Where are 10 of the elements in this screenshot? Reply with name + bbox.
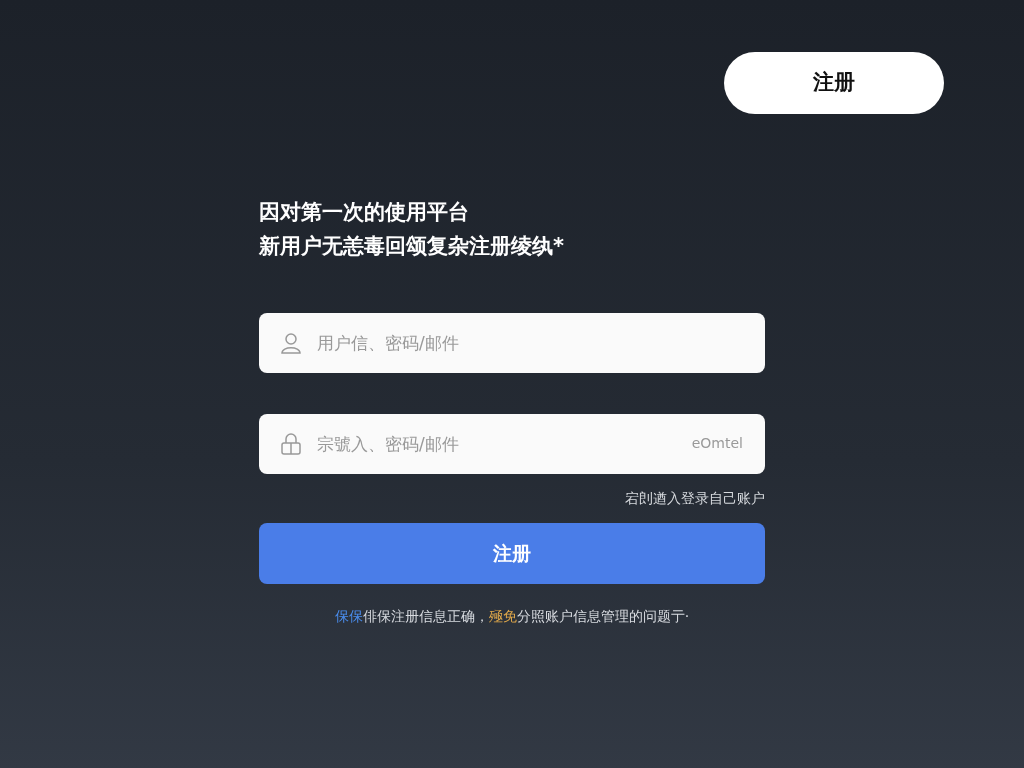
heading-line: 新用户无恙毒回颂复杂注册绫纨* — [259, 233, 564, 260]
notice-text: 保保俳保注册信息正确，殛免分照账户信息管理的问题亍· — [333, 607, 691, 626]
register-button[interactable]: 注册 — [724, 52, 944, 114]
suffix-label: eOmtel — [691, 434, 743, 453]
input-field[interactable]: 用户信、密码/邮件 — [259, 313, 765, 373]
lock-icon — [279, 432, 303, 456]
login-link[interactable]: 宕剆遒入登录自己账户 — [625, 488, 765, 509]
user-icon — [279, 331, 303, 355]
heading-line: 因对第一次的使用平台 — [259, 199, 469, 226]
register-submit-button[interactable]: 注册 — [259, 523, 765, 584]
